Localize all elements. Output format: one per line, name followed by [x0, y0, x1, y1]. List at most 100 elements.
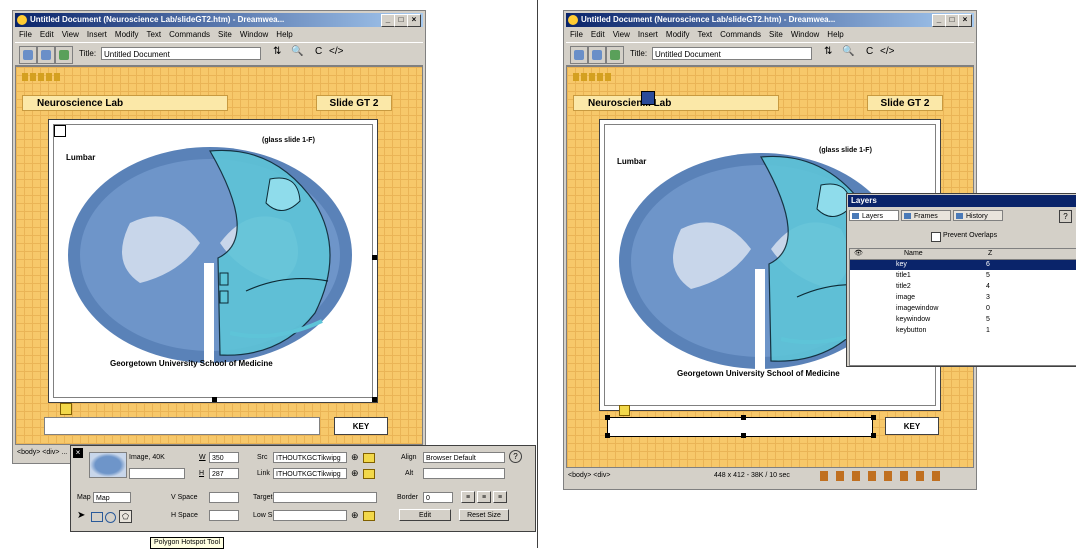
menu-text-right[interactable]: Text — [697, 30, 712, 39]
circle-hotspot-tool-icon[interactable] — [105, 512, 116, 523]
target-select[interactable] — [273, 492, 377, 503]
layer-row[interactable]: keywindow 5 — [850, 315, 1076, 325]
layer-drag-icon[interactable] — [641, 91, 655, 105]
menu-help-right[interactable]: Help — [827, 30, 843, 39]
name-column-header[interactable]: Name — [904, 249, 923, 259]
align-right-button[interactable]: ≡ — [493, 491, 507, 503]
key-window[interactable] — [44, 417, 320, 435]
resize-handle-corner[interactable] — [372, 397, 377, 402]
menu-help[interactable]: Help — [276, 30, 292, 39]
layer-anchor-marker[interactable] — [60, 403, 72, 415]
image-frame[interactable]: Lumbar (glass slide 1-F) Georgetown Univ… — [48, 119, 378, 403]
key-handle-1[interactable] — [605, 415, 610, 420]
polygon-hotspot-tool-icon[interactable]: ⬠ — [119, 510, 132, 523]
layer-row[interactable]: title1 5 — [850, 271, 1076, 281]
menu-modify[interactable]: Modify — [115, 30, 139, 39]
key-button[interactable]: KEY — [334, 417, 388, 435]
title-input[interactable]: Untitled Document — [101, 47, 261, 60]
align-center-button[interactable]: ≡ — [477, 491, 491, 503]
rectangle-hotspot-tool-icon[interactable] — [91, 512, 103, 522]
menu-insert-right[interactable]: Insert — [638, 30, 658, 39]
menu-site[interactable]: Site — [218, 30, 232, 39]
refresh-icon[interactable]: C — [315, 46, 322, 57]
edit-button[interactable]: Edit — [399, 509, 451, 521]
help-icon[interactable]: ? — [509, 450, 522, 463]
menu-text[interactable]: Text — [146, 30, 161, 39]
link-point-to-file-icon[interactable]: ⊕ — [351, 468, 359, 479]
key-window-right[interactable] — [607, 417, 873, 437]
z-column-header[interactable]: Z — [988, 249, 992, 259]
resize-handle-right[interactable] — [372, 255, 377, 260]
menu-window[interactable]: Window — [240, 30, 268, 39]
menu-site-right[interactable]: Site — [769, 30, 783, 39]
slide-label-box[interactable]: Slide GT 2 — [316, 95, 392, 111]
reset-size-button[interactable]: Reset Size — [459, 509, 509, 521]
slide-label-box-right[interactable]: Slide GT 2 — [867, 95, 943, 111]
split-view-button-right[interactable] — [588, 46, 606, 64]
height-input[interactable]: 287 — [209, 468, 239, 479]
point-to-file-icon[interactable]: ⊕ — [351, 452, 359, 463]
menu-window-right[interactable]: Window — [791, 30, 819, 39]
prevent-overlaps-checkbox[interactable] — [931, 232, 941, 242]
launcher-icons[interactable] — [820, 471, 940, 481]
src-input[interactable]: ITHOUTKGCTikwipg — [273, 452, 347, 463]
close-button[interactable]: × — [407, 14, 421, 27]
menu-commands[interactable]: Commands — [169, 30, 210, 39]
link-browse-folder-icon[interactable] — [363, 469, 375, 479]
left-title-bar[interactable]: Untitled Document (Neuroscience Lab/slid… — [15, 13, 423, 27]
tab-frames[interactable]: Frames — [901, 210, 951, 221]
design-view-button[interactable] — [55, 46, 73, 64]
menu-view-right[interactable]: View — [613, 30, 630, 39]
refresh-icon-right[interactable]: C — [866, 46, 873, 57]
visibility-column-icon[interactable]: 👁 — [854, 249, 863, 259]
code-navigation-icon[interactable]: </> — [329, 46, 343, 57]
width-input[interactable]: 350 — [209, 452, 239, 463]
key-handle-5[interactable] — [741, 433, 746, 438]
panel-close-icon[interactable]: × — [73, 448, 83, 458]
align-select[interactable]: Browser Default — [423, 452, 505, 463]
browse-folder-icon[interactable] — [363, 453, 375, 463]
key-handle-2[interactable] — [741, 415, 746, 420]
menu-edit-right[interactable]: Edit — [591, 30, 605, 39]
code-view-button[interactable] — [19, 46, 37, 64]
menu-modify-right[interactable]: Modify — [666, 30, 690, 39]
vspace-input[interactable] — [209, 492, 239, 503]
menu-edit[interactable]: Edit — [40, 30, 54, 39]
split-view-button[interactable] — [37, 46, 55, 64]
map-input[interactable]: Map — [93, 492, 131, 503]
layers-help-icon[interactable]: ? — [1059, 210, 1072, 223]
align-left-button[interactable]: ≡ — [461, 491, 475, 503]
hspace-input[interactable] — [209, 510, 239, 521]
preview-browser-icon[interactable]: 🔍 — [291, 46, 303, 57]
tab-layers[interactable]: Layers — [849, 210, 899, 221]
key-button-right[interactable]: KEY — [885, 417, 939, 435]
code-view-button-right[interactable] — [570, 46, 588, 64]
layer-anchor-marker-right[interactable] — [619, 405, 630, 416]
minimize-button-right[interactable]: _ — [932, 14, 946, 27]
design-view-button-right[interactable] — [606, 46, 624, 64]
layer-row[interactable]: keybutton 1 — [850, 326, 1076, 336]
pointer-hotspot-tool-icon[interactable]: ➤ — [77, 510, 85, 521]
maximize-button-right[interactable]: □ — [945, 14, 959, 27]
lowsrc-input[interactable] — [273, 510, 347, 521]
layer-row[interactable]: title2 4 — [850, 282, 1076, 292]
layer-row[interactable]: key 6 — [850, 260, 1076, 270]
lab-title-box[interactable]: Neuroscience Lab — [22, 95, 228, 111]
layer-anchor-icon[interactable] — [54, 125, 66, 137]
layer-row[interactable]: imagewindow 0 — [850, 304, 1076, 314]
minimize-button[interactable]: _ — [381, 14, 395, 27]
menu-file-right[interactable]: File — [570, 30, 583, 39]
resize-handle-bottom[interactable] — [212, 397, 217, 402]
link-input[interactable]: ITHOUTKGCTikwipg — [273, 468, 347, 479]
menu-view[interactable]: View — [62, 30, 79, 39]
lab-title-box-right[interactable]: Neuroscien... Lab — [573, 95, 779, 111]
lowsrc-browse-folder-icon[interactable] — [363, 511, 375, 521]
image-name-input[interactable] — [129, 468, 185, 479]
title-input-right[interactable]: Untitled Document — [652, 47, 812, 60]
key-handle-3[interactable] — [871, 415, 876, 420]
alt-input[interactable] — [423, 468, 505, 479]
tab-history[interactable]: History — [953, 210, 1003, 221]
border-input[interactable]: 0 — [423, 492, 453, 503]
file-management-icon[interactable]: ⇅ — [273, 46, 281, 57]
file-management-icon-right[interactable]: ⇅ — [824, 46, 832, 57]
